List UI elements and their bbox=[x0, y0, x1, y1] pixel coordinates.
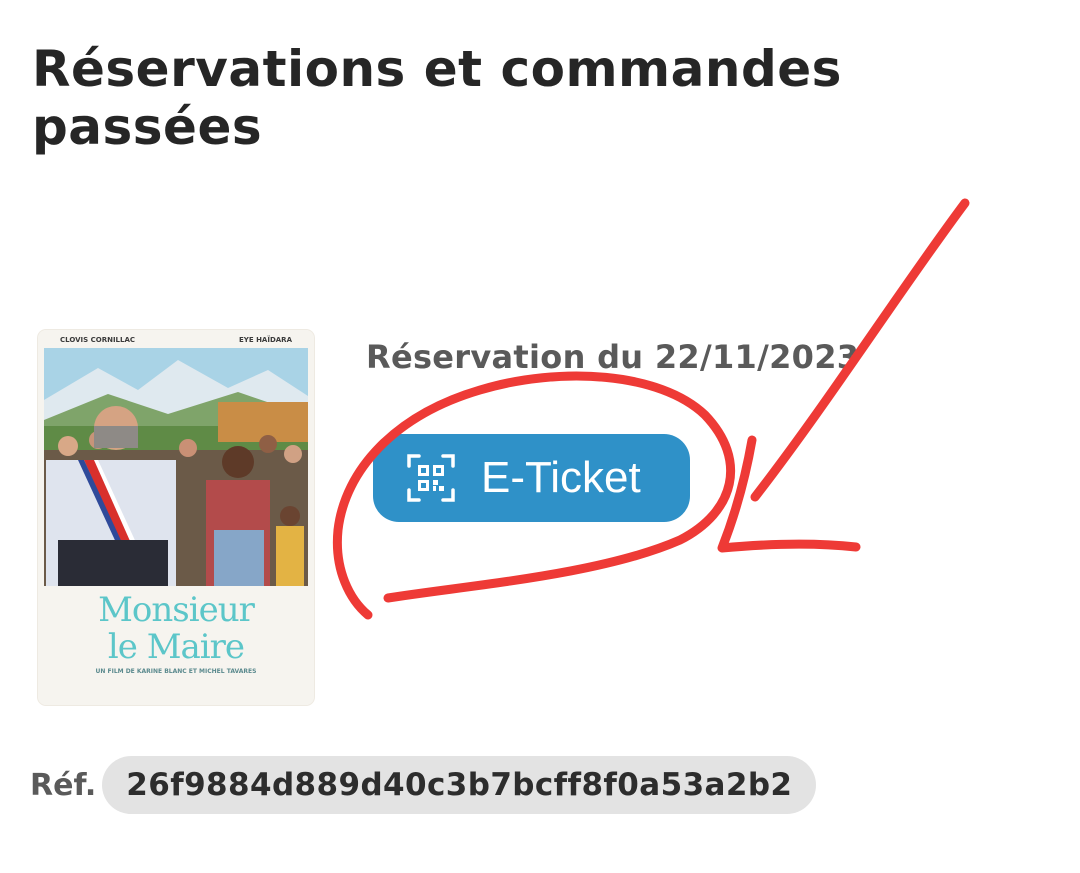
poster-title-line2: le Maire bbox=[107, 627, 245, 667]
booking-date: Réservation du 22/11/2023 bbox=[366, 338, 860, 376]
eticket-label: E-Ticket bbox=[481, 453, 641, 502]
booking-card: CLOVIS CORNILLAC EYE HAÏDARA Monsieur le… bbox=[0, 300, 1080, 840]
page-title: Réservations et commandes passées bbox=[32, 40, 842, 156]
poster-title-line1: Monsieur bbox=[98, 590, 255, 630]
reference-label: Réf. bbox=[30, 767, 97, 803]
movie-poster[interactable]: CLOVIS CORNILLAC EYE HAÏDARA Monsieur le… bbox=[38, 330, 314, 705]
reference-value[interactable]: 26f9884d889d40c3b7bcff8f0a53a2b2 bbox=[102, 756, 817, 814]
poster-cast-right: EYE HAÏDARA bbox=[239, 336, 292, 344]
poster-credits: UN FILM DE KARINE BLANC ET MICHEL TAVARE… bbox=[95, 668, 257, 675]
poster-cast-left: CLOVIS CORNILLAC bbox=[60, 336, 136, 344]
eticket-button[interactable]: E-Ticket bbox=[373, 434, 690, 522]
reference-row: Réf. 26f9884d889d40c3b7bcff8f0a53a2b2 bbox=[30, 755, 817, 815]
qr-code-icon bbox=[407, 454, 455, 502]
